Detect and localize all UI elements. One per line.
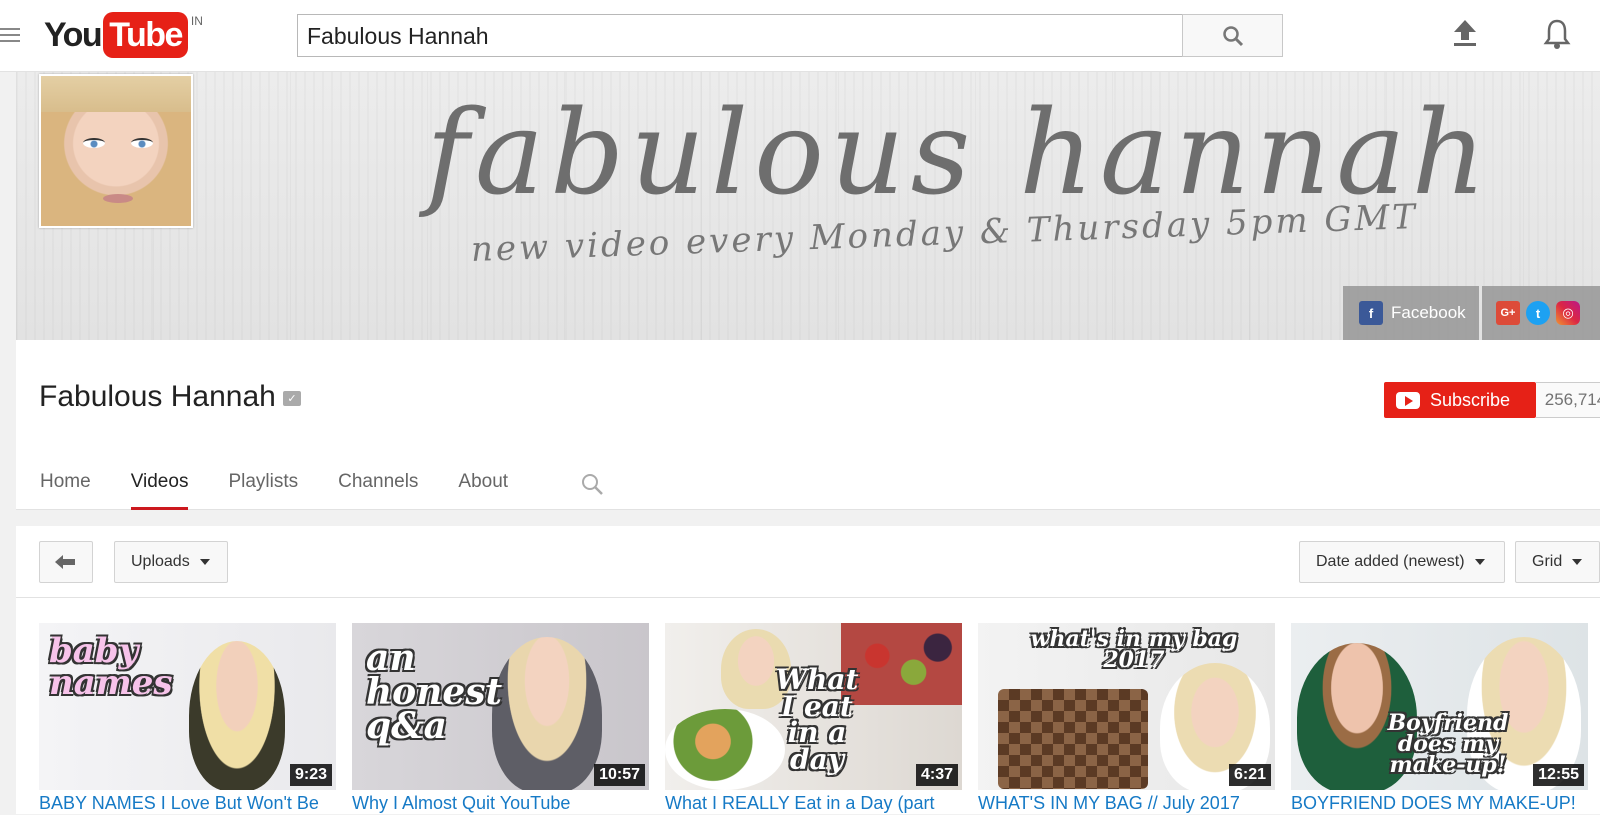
- uploads-label: Uploads: [131, 553, 190, 570]
- instagram-icon[interactable]: ◎: [1556, 301, 1580, 325]
- search-icon: [1222, 25, 1243, 46]
- notifications-button[interactable]: [1540, 16, 1574, 52]
- thumb-overlay-text: baby names: [49, 631, 173, 704]
- facebook-label: Facebook: [1391, 303, 1466, 322]
- sort-dropdown[interactable]: Date added (newest): [1299, 541, 1505, 583]
- video-duration: 6:21: [1228, 764, 1271, 786]
- video-thumbnail[interactable]: what's in my bag 2017 6:21: [978, 623, 1275, 790]
- tab-playlists[interactable]: Playlists: [228, 458, 298, 510]
- channel-name[interactable]: Fabulous Hannah: [39, 380, 276, 414]
- channel-avatar[interactable]: [39, 74, 193, 228]
- subscriber-count: 256,714: [1536, 382, 1600, 418]
- thumb-overlay-text: what's in my bag 2017: [1030, 626, 1238, 673]
- youtube-logo[interactable]: You Tube IN: [44, 12, 203, 58]
- video-title[interactable]: WHAT'S IN MY BAG // July 2017: [978, 793, 1275, 815]
- video-item[interactable]: what's in my bag 2017 6:21 WHAT'S IN MY …: [978, 623, 1275, 813]
- view-dropdown[interactable]: Grid: [1515, 541, 1600, 583]
- thumb-overlay-text: What I eat in a day: [775, 663, 859, 776]
- video-duration: 4:37: [915, 764, 958, 786]
- thumb-salad: [665, 709, 785, 790]
- tab-videos[interactable]: Videos: [130, 458, 188, 510]
- video-thumbnail[interactable]: Boyfriend does my make-up! 12:55: [1291, 623, 1588, 790]
- video-item[interactable]: Boyfriend does my make-up! 12:55 BOYFRIE…: [1291, 623, 1588, 813]
- avatar-lips: [103, 194, 133, 203]
- thumb-person: [492, 637, 602, 790]
- videos-content: Uploads Date added (newest) Grid baby na…: [16, 526, 1600, 814]
- avatar-eye-left: [83, 138, 105, 148]
- video-title[interactable]: BOYFRIEND DOES MY MAKE-UP!: [1291, 793, 1588, 815]
- tab-home[interactable]: Home: [40, 458, 91, 510]
- video-duration: 12:55: [1533, 764, 1584, 786]
- video-thumbnail[interactable]: baby names 9:23: [39, 623, 336, 790]
- country-code: IN: [190, 14, 203, 28]
- video-item[interactable]: baby names 9:23 BABY NAMES I Love But Wo…: [39, 623, 336, 813]
- logo-tube: Tube: [103, 12, 188, 58]
- upload-icon: [1454, 20, 1476, 46]
- menu-icon[interactable]: [0, 28, 20, 44]
- thumb-person: [189, 641, 285, 790]
- search-button[interactable]: [1182, 14, 1283, 57]
- search-input[interactable]: Fabulous Hannah: [297, 14, 1183, 57]
- video-item[interactable]: an honest q&a 10:57 Why I Almost Quit Yo…: [352, 623, 649, 813]
- tab-channels[interactable]: Channels: [338, 458, 418, 510]
- youtube-play-icon: [1396, 391, 1420, 409]
- video-thumbnail[interactable]: What I eat in a day 4:37: [665, 623, 962, 790]
- sort-label: Date added (newest): [1316, 553, 1465, 570]
- video-duration: 9:23: [289, 764, 332, 786]
- facebook-icon: f: [1359, 301, 1383, 325]
- back-button[interactable]: [39, 541, 93, 583]
- upload-button[interactable]: [1450, 16, 1480, 50]
- twitter-icon[interactable]: t: [1526, 301, 1550, 325]
- video-duration: 10:57: [594, 764, 645, 786]
- thumb-overlay-text: an honest q&a: [366, 637, 503, 748]
- avatar-eye-right: [131, 138, 153, 148]
- channel-search-icon[interactable]: [580, 472, 604, 496]
- channel-tabs: Home Videos Playlists Channels About: [40, 458, 548, 510]
- avatar-hair: [41, 76, 191, 112]
- subscribe-label: Subscribe: [1430, 389, 1511, 410]
- bell-icon: [1543, 19, 1571, 49]
- back-arrow-icon: [55, 555, 75, 569]
- chevron-down-icon: [199, 559, 210, 565]
- channel-header: Fabulous Hannah ✓ Subscribe 256,714 Home…: [16, 340, 1600, 510]
- logo-you: You: [44, 16, 103, 54]
- masthead: You Tube IN Fabulous Hannah: [0, 0, 1600, 72]
- video-thumbnail[interactable]: an honest q&a 10:57: [352, 623, 649, 790]
- toolbar-divider: [16, 597, 1600, 598]
- thumb-bag: [998, 689, 1148, 789]
- view-label: Grid: [1532, 553, 1563, 570]
- thumb-overlay-text: Boyfriend does my make-up!: [1387, 710, 1509, 778]
- tab-about[interactable]: About: [458, 458, 508, 510]
- video-grid: baby names 9:23 BABY NAMES I Love But Wo…: [39, 623, 1600, 813]
- facebook-link[interactable]: f Facebook: [1343, 286, 1479, 340]
- verified-icon: ✓: [283, 391, 301, 406]
- google-plus-icon[interactable]: G+: [1496, 301, 1520, 325]
- chevron-down-icon: [1572, 559, 1583, 565]
- video-item[interactable]: What I eat in a day 4:37 What I REALLY E…: [665, 623, 962, 813]
- chevron-down-icon: [1474, 559, 1485, 565]
- social-links: G+ t ◎: [1482, 286, 1600, 340]
- video-title[interactable]: BABY NAMES I Love But Won't Be: [39, 793, 336, 815]
- video-title[interactable]: What I REALLY Eat in a Day (part: [665, 793, 962, 815]
- video-title[interactable]: Why I Almost Quit YouTube: [352, 793, 649, 815]
- subscribe-button[interactable]: Subscribe: [1384, 382, 1536, 418]
- uploads-dropdown[interactable]: Uploads: [114, 541, 228, 583]
